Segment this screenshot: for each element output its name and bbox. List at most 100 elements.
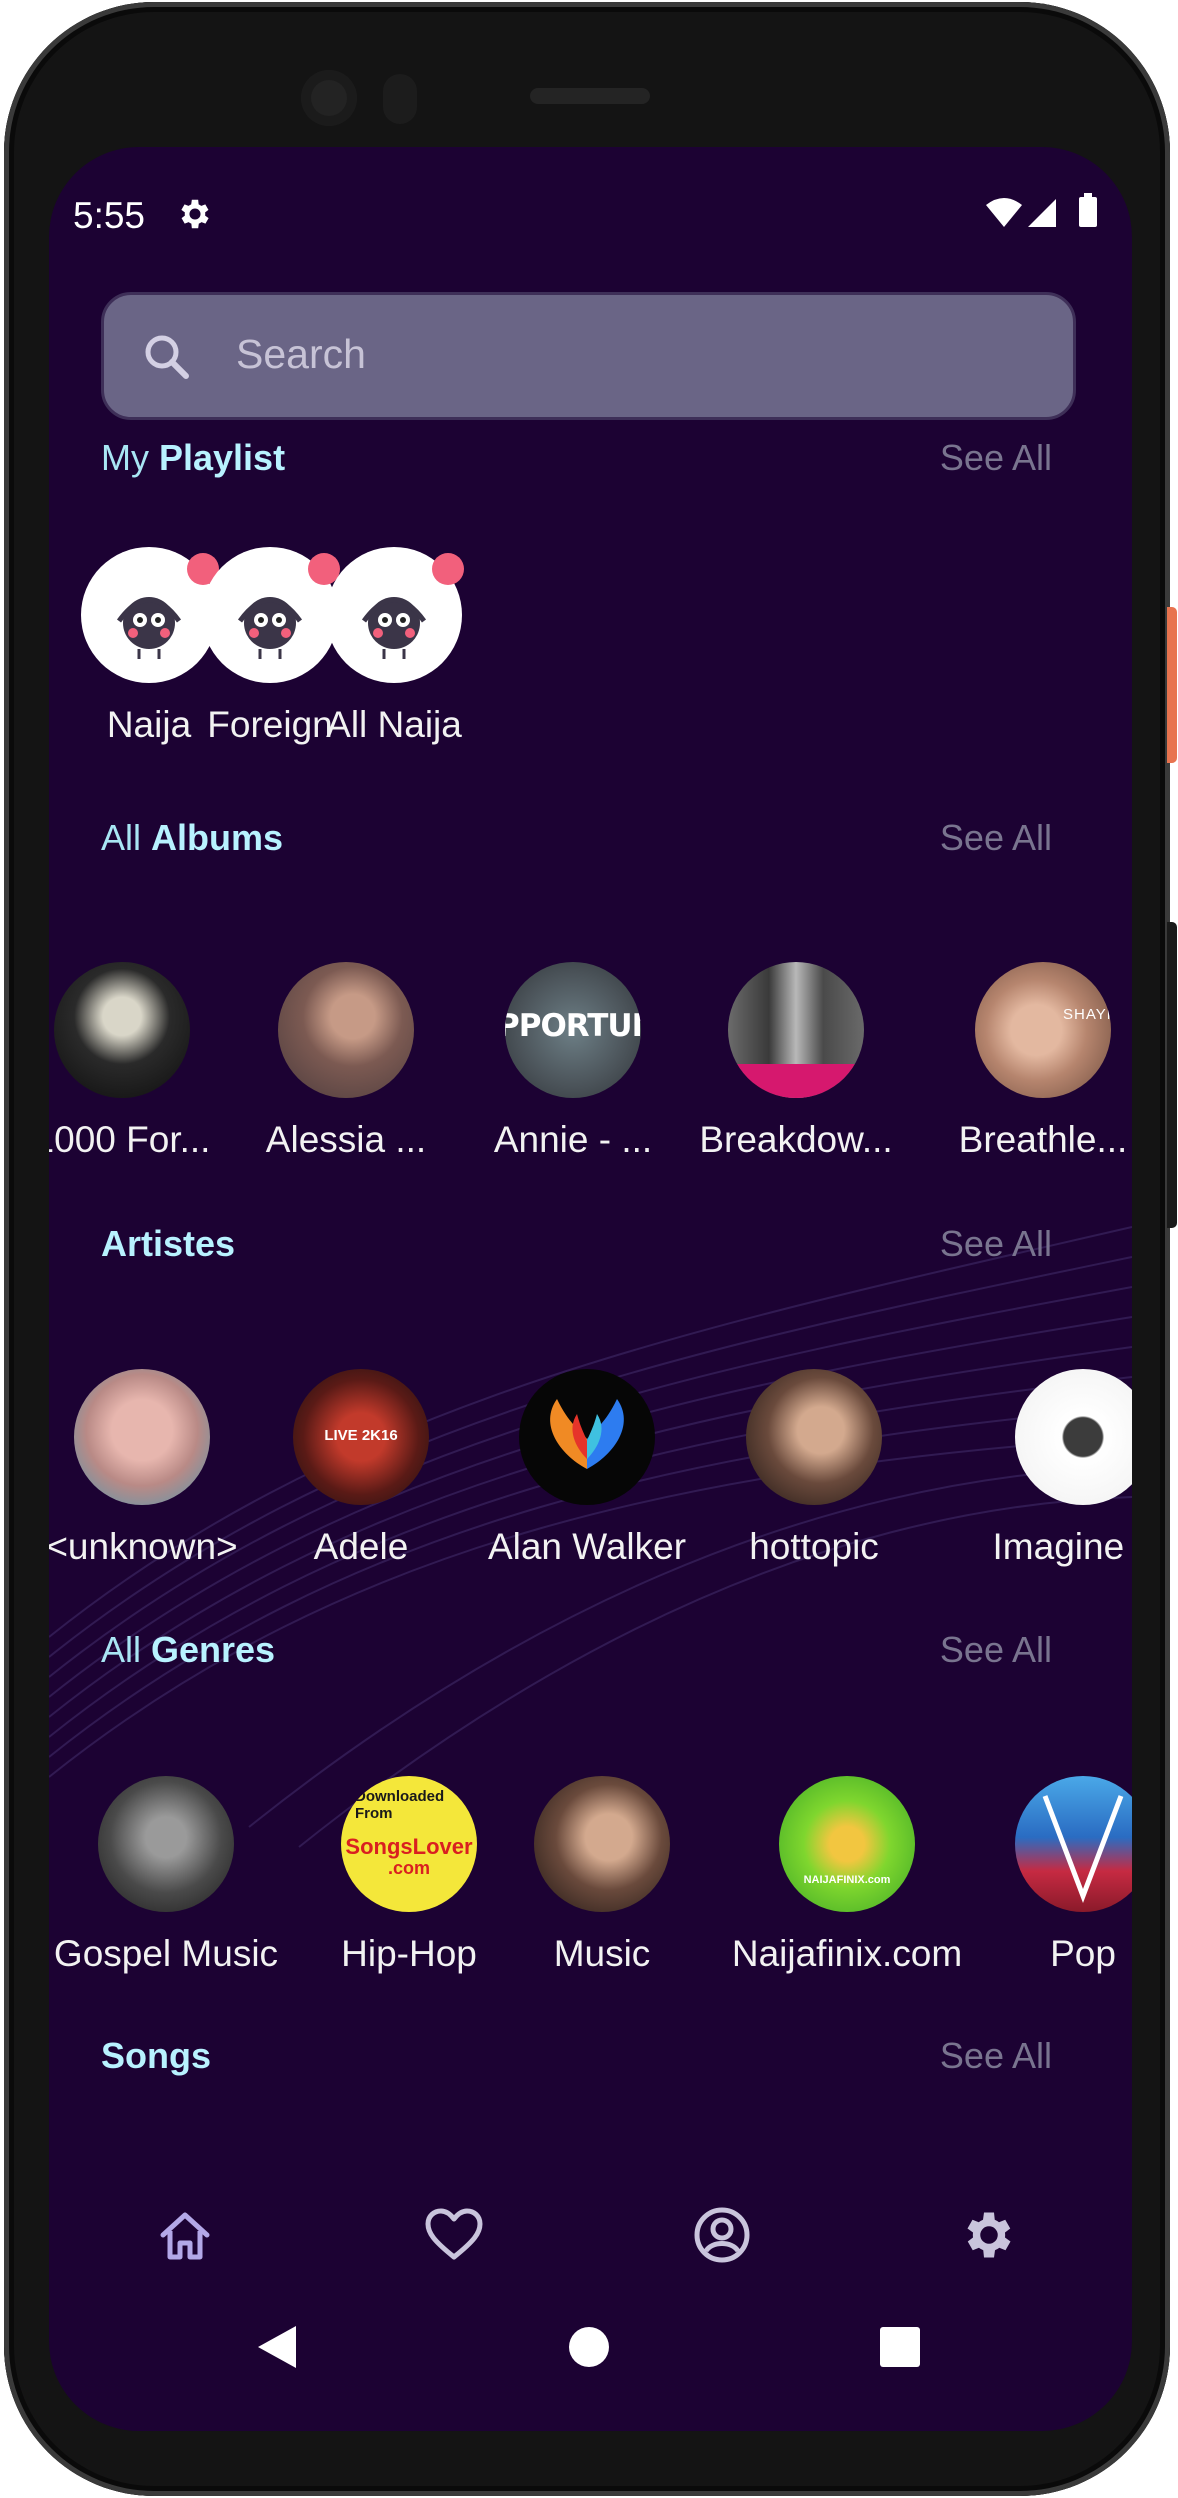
album-label: Annie - ... [493,1119,653,1160]
artiste-label: <unknown> [49,1526,238,1567]
album-cover: PPORTUNI [505,962,641,1098]
genre-item[interactable]: Music [482,1776,722,1975]
v-logo-icon [1042,1795,1124,1904]
see-all-genres-link[interactable]: See All [940,1629,1052,1671]
genre-label: Gospel Music [53,1933,279,1974]
section-title-artistes: Artistes [101,1223,235,1265]
section-title-genres: All Genres [101,1629,275,1671]
playlist-item[interactable]: All Naija [274,547,514,746]
wifi-icon [986,198,1022,227]
artiste-item[interactable]: <unknown> [49,1369,262,1568]
section-title-bold: Albums [151,817,284,858]
front-camera [301,70,357,126]
status-time: 5:55 [73,195,146,236]
genre-cover [534,1776,670,1912]
playlist-cover [326,547,464,683]
recents-icon[interactable] [878,2325,922,2369]
section-prefix: All [101,1629,152,1670]
artiste-photo [1015,1369,1132,1505]
profile-icon[interactable] [692,2205,752,2265]
section-prefix: All [101,817,152,858]
artiste-item[interactable]: hottopic [694,1369,934,1568]
system-status-icons [986,193,1097,227]
phoenix-logo-icon [550,1399,624,1469]
genre-cover [1015,1776,1132,1912]
proximity-sensor [383,74,417,124]
section-prefix: My [101,437,159,478]
artiste-label: Alan Walker [487,1526,687,1567]
artiste-item[interactable]: LIVE 2K16 Adele [241,1369,481,1568]
see-all-songs-link[interactable]: See All [940,2035,1052,2077]
artiste-photo [746,1369,882,1505]
album-cover: SHAYNE [975,962,1111,1098]
phone-frame: 5:55 Search My Playlist See All Naija Fo… [4,2,1170,2496]
genre-art-text: Downloaded From [355,1788,445,1822]
genre-label: Music [553,1933,651,1974]
genre-item[interactable]: NAIJAFINIX.com Naijafinix.com [727,1776,967,1975]
section-title-bold: Artistes [101,1223,236,1264]
background-wave-decoration [49,1226,1132,1848]
artiste-label: hottopic [749,1526,879,1567]
album-cover [54,962,190,1098]
genre-art-text: NAIJAFINIX.com [803,1874,891,1886]
genre-label: Pop [1050,1933,1116,1974]
album-item[interactable]: Breakdow... [676,962,916,1161]
home-circle-icon[interactable] [567,2325,611,2369]
album-art-band [728,1064,864,1098]
album-item[interactable]: PPORTUNI Annie - ... [453,962,693,1161]
album-art-text: PPORTUNI [505,1008,641,1044]
artiste-art-text: LIVE 2K16 [324,1427,398,1444]
status-bar: 5:55 [49,147,1132,287]
album-item[interactable]: SHAYNE Breathle... [923,962,1132,1161]
artiste-item[interactable]: Alan Walker [467,1369,707,1568]
section-title-bold: Playlist [159,437,286,478]
search-icon [145,335,189,379]
heart-icon[interactable] [424,2205,484,2265]
see-all-artistes-link[interactable]: See All [940,1223,1052,1265]
album-item[interactable]: 1000 For... [49,962,242,1161]
album-label: Breakdow... [699,1119,893,1160]
album-art-text: SHAYNE [1063,1006,1111,1023]
genre-item[interactable]: Gospel Music [49,1776,286,1975]
app-screen: 5:55 Search My Playlist See All Naija Fo… [49,147,1132,2431]
artiste-photo [519,1369,655,1505]
genre-cover [98,1776,234,1912]
system-navigation-bar [49,2297,1132,2397]
playlist-label: All Naija [326,704,462,745]
section-title-bold: Genres [151,1629,276,1670]
genre-cover: Downloaded From SongsLover .com [341,1776,477,1912]
album-label: Breathle... [958,1119,1128,1160]
album-label: Alessia ... [265,1119,427,1160]
section-title-albums: All Albums [101,817,283,859]
search-bar[interactable]: Search [101,292,1076,420]
album-label: 1000 For... [49,1119,211,1160]
genre-cover: NAIJAFINIX.com [779,1776,915,1912]
section-title-playlist: My Playlist [101,437,285,479]
section-title-bold: Songs [101,2035,212,2076]
volume-button [1167,922,1177,1228]
search-placeholder: Search [236,331,366,377]
genre-item[interactable]: Pop [963,1776,1132,1975]
notification-dot [432,553,464,585]
album-cover [278,962,414,1098]
settings-icon[interactable] [959,2205,1019,2265]
album-item[interactable]: Alessia ... [226,962,466,1161]
settings-status-icon [181,199,209,229]
see-all-playlist-link[interactable]: See All [940,437,1052,479]
album-cover [728,962,864,1098]
artiste-label: Imagine Dr [992,1526,1132,1567]
artiste-photo: LIVE 2K16 [293,1369,429,1505]
power-button [1167,607,1177,763]
home-icon[interactable] [155,2205,215,2265]
section-title-songs: Songs [101,2035,211,2077]
battery-icon [1079,197,1097,227]
genre-label: Naijafinix.com [731,1933,963,1974]
artiste-photo [74,1369,210,1505]
see-all-albums-link[interactable]: See All [940,817,1052,859]
earpiece-speaker [530,88,650,104]
artiste-item[interactable]: Imagine Dr [963,1369,1132,1568]
back-icon[interactable] [254,2322,300,2372]
bottom-navigation [49,2185,1132,2285]
signal-icon [1028,199,1056,227]
genre-art-brand: SongsLover [345,1834,473,1859]
